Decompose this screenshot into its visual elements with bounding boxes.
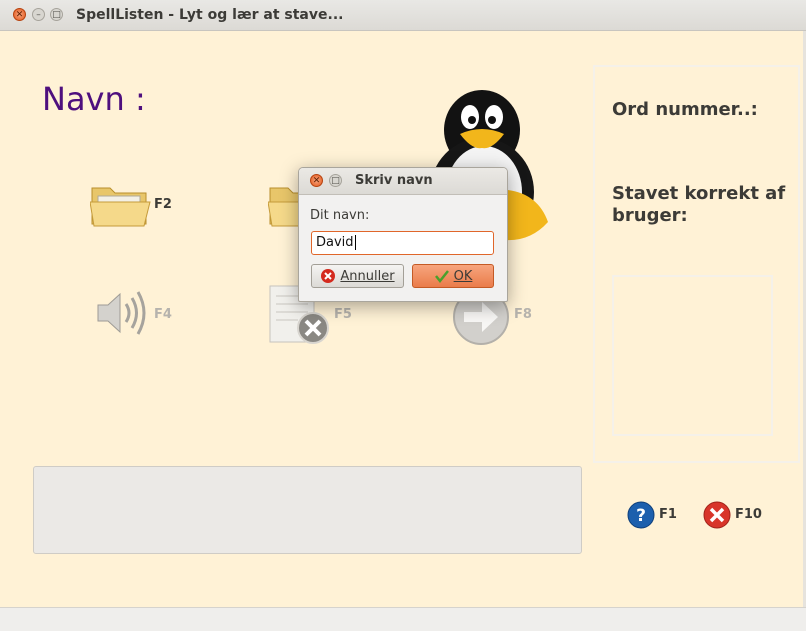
window-title: SpellListen - Lyt og lær at stave... [76,7,344,23]
folder-icon[interactable] [90,182,152,228]
dialog-maximize-button[interactable]: □ [329,174,342,187]
quit-icon[interactable] [703,501,731,529]
listen-shortcut-label: F4 [154,307,172,322]
dialog-close-button[interactable]: ✕ [310,174,323,187]
name-label: Navn : [42,80,146,118]
score-box [612,275,773,436]
status-bar [0,607,806,631]
clear-shortcut-label: F5 [334,307,352,322]
quit-shortcut-label: F10 [735,507,762,522]
name-input-value: David [316,235,354,250]
help-icon[interactable]: ? [627,501,655,529]
spelled-correct-label: Stavet korrekt af bruger: [612,183,786,226]
help-shortcut-label: F1 [659,507,677,522]
name-dialog: ✕ □ Skriv navn Dit navn: David Annuller … [298,167,508,302]
open-shortcut-label: F2 [154,197,172,212]
svg-text:?: ? [636,506,646,526]
cancel-icon [321,269,336,283]
cancel-button-label: Annuller [340,268,395,284]
next-shortcut-label: F8 [514,307,532,322]
name-prompt-label: Dit navn: [310,208,370,223]
name-input[interactable]: David [311,231,494,255]
checkmark-icon [434,270,449,284]
ok-button-label: OK [453,268,473,284]
text-caret [354,235,356,250]
dialog-title: Skriv navn [355,173,433,188]
word-number-label: Ord nummer..: [612,99,758,120]
window-close-button[interactable]: ✕ [13,8,26,21]
dialog-title-bar: ✕ □ Skriv navn [299,168,507,195]
window-maximize-button[interactable]: □ [50,8,63,21]
window-minimize-button[interactable]: – [32,8,45,21]
ok-button[interactable]: OK [412,264,494,288]
message-area [33,466,582,554]
title-bar: ✕ – □ SpellListen - Lyt og lær at stave.… [0,0,806,31]
speaker-icon[interactable] [94,288,152,338]
cancel-button[interactable]: Annuller [311,264,404,288]
